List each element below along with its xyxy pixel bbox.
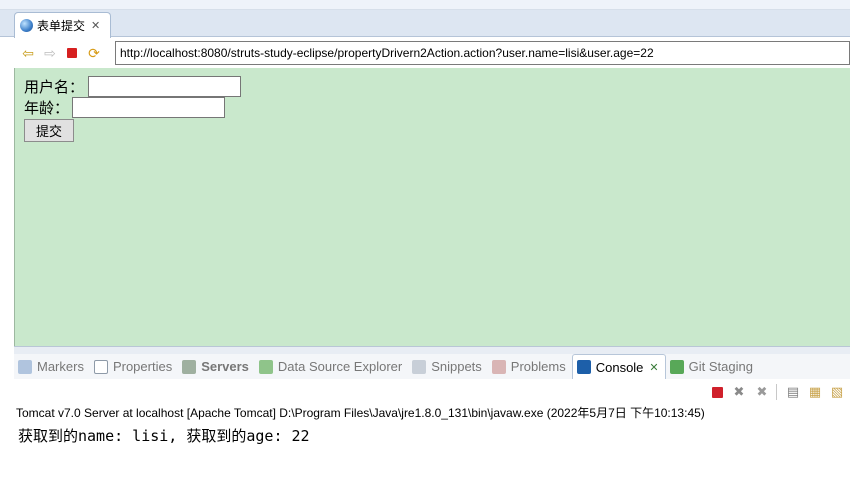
- views-tab-bar: Markers Properties Servers Data Source E…: [14, 354, 850, 379]
- username-field[interactable]: [88, 76, 241, 97]
- tab-label: Properties: [112, 359, 173, 374]
- browser-toolbar: ⇦ ⇨ ⟳: [14, 38, 850, 68]
- terminate-icon[interactable]: [709, 384, 725, 400]
- age-field[interactable]: [72, 97, 225, 118]
- console-output-line: 获取到的name: lisi, 获取到的age: 22: [18, 427, 310, 445]
- snippets-icon: [412, 359, 427, 374]
- tab-properties[interactable]: Properties: [90, 354, 178, 379]
- back-arrow-icon[interactable]: ⇦: [17, 42, 39, 64]
- show-console-icon[interactable]: ▧: [829, 384, 845, 400]
- eclipse-window: 表单提交 ✕ ⇦ ⇨ ⟳ 用户名： 年龄： 提交 Markers Propert…: [0, 0, 850, 495]
- remove-launch-icon[interactable]: ✖: [731, 384, 747, 400]
- tab-problems[interactable]: Problems: [488, 354, 572, 379]
- tab-label: Data Source Explorer: [277, 359, 403, 374]
- markers-icon: [18, 359, 32, 374]
- views-separator: [14, 346, 850, 354]
- console-process-header: Tomcat v7.0 Server at localhost [Apache …: [16, 406, 705, 420]
- data-source-icon: [258, 359, 273, 374]
- editor-tab-bar: 表单提交 ✕: [0, 10, 850, 38]
- tab-git-staging[interactable]: Git Staging: [666, 354, 759, 379]
- close-icon[interactable]: ✕: [91, 19, 100, 32]
- console-toolbar: ✖ ✖ ▤ ▦ ▧: [14, 380, 850, 402]
- username-label: 用户名：: [24, 78, 85, 96]
- toolbar-divider: [776, 384, 777, 400]
- submit-button[interactable]: 提交: [24, 119, 74, 142]
- problems-icon: [491, 359, 506, 374]
- tab-snippets[interactable]: Snippets: [408, 354, 488, 379]
- console-icon: [576, 360, 591, 374]
- tab-label: Console: [595, 359, 644, 375]
- editor-tab-title: 表单提交: [37, 19, 86, 33]
- tab-data-source-explorer[interactable]: Data Source Explorer: [255, 354, 408, 379]
- tab-markers[interactable]: Markers: [14, 354, 90, 379]
- scroll-lock-icon[interactable]: ▦: [807, 384, 823, 400]
- forward-arrow-icon[interactable]: ⇨: [39, 42, 61, 64]
- tab-label: Problems: [510, 359, 566, 374]
- tab-label: Snippets: [431, 359, 482, 374]
- clear-console-icon[interactable]: ▤: [785, 384, 801, 400]
- main-toolbar-strip: [0, 0, 850, 10]
- stop-icon[interactable]: [61, 42, 83, 64]
- tab-label: Git Staging: [688, 359, 753, 374]
- url-input[interactable]: [115, 41, 850, 65]
- tab-label: Servers: [201, 359, 249, 374]
- close-icon[interactable]: ✕: [649, 361, 658, 374]
- properties-icon: [93, 359, 108, 374]
- tab-label: Markers: [37, 359, 84, 374]
- tab-servers[interactable]: Servers: [178, 354, 255, 379]
- console-output-area[interactable]: 获取到的name: lisi, 获取到的age: 22: [14, 420, 850, 495]
- git-staging-icon: [669, 359, 684, 374]
- servers-icon: [182, 359, 197, 374]
- web-page-content: 用户名： 年龄： 提交: [14, 68, 850, 346]
- remove-all-terminated-icon[interactable]: ✖: [754, 384, 770, 400]
- browser-editor-tab[interactable]: 表单提交 ✕: [14, 12, 111, 38]
- refresh-icon[interactable]: ⟳: [83, 42, 105, 64]
- tab-console[interactable]: Console ✕: [571, 354, 666, 379]
- globe-icon: [20, 19, 33, 32]
- age-label: 年龄：: [24, 99, 70, 117]
